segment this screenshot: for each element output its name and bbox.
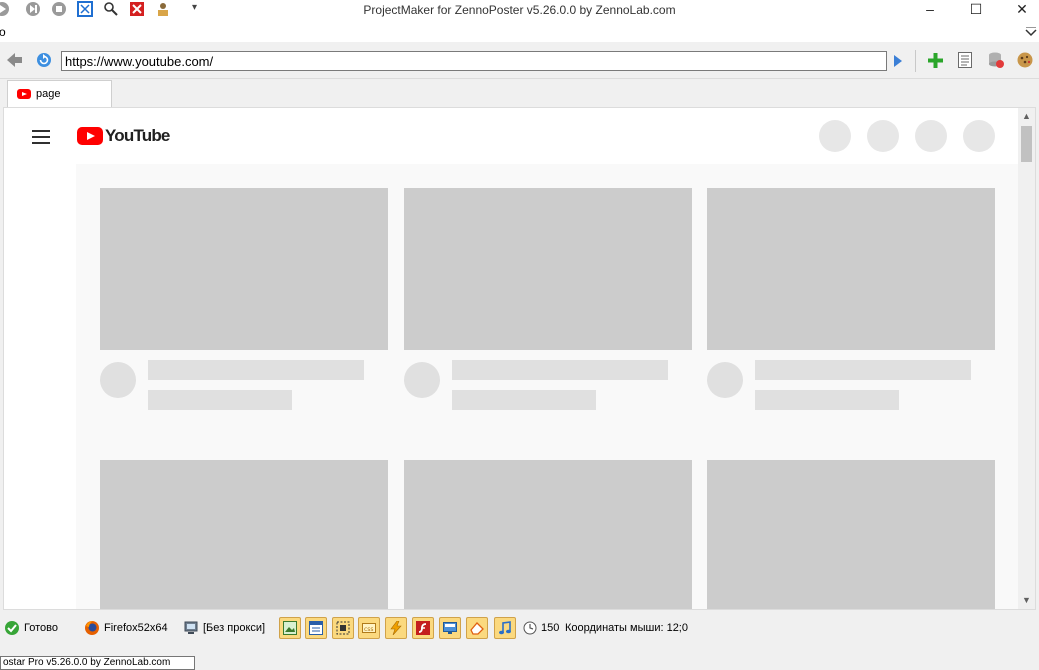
music-note-icon — [499, 621, 511, 635]
document-icon[interactable] — [958, 52, 972, 68]
tab-page[interactable]: page — [7, 80, 112, 107]
eraser-icon — [470, 622, 484, 635]
content-grid — [76, 164, 1020, 609]
timer-value: 150 — [541, 622, 560, 634]
database-clear-icon[interactable] — [987, 51, 1005, 69]
video-thumbnail-placeholder[interactable] — [707, 460, 995, 609]
address-toolbar — [0, 44, 1039, 79]
scroll-down-arrow-icon[interactable]: ▼ — [1018, 592, 1035, 609]
go-arrow-icon[interactable] — [893, 55, 903, 67]
browser-viewport[interactable]: YouTube ▲ ▼ — [3, 107, 1036, 610]
channel-avatar-placeholder — [100, 362, 136, 398]
toolbar-divider — [915, 50, 916, 72]
clock-icon — [523, 621, 537, 635]
browser-version-text[interactable]: Firefox52x64 — [104, 622, 168, 634]
meta-placeholder — [755, 390, 899, 410]
frame-tool-button[interactable] — [332, 617, 354, 639]
menu-row: o — [0, 22, 1039, 42]
svg-text:css: css — [364, 626, 374, 633]
video-thumbnail-placeholder[interactable] — [404, 188, 692, 350]
ready-check-icon — [5, 621, 19, 635]
video-thumbnail-placeholder[interactable] — [707, 188, 995, 350]
taskbar-tooltip: ostar Pro v5.26.0.0 by ZennoLab.com — [0, 656, 195, 670]
lightning-icon — [390, 621, 402, 635]
tab-label: page — [36, 88, 61, 100]
menu-item-partial[interactable]: o — [0, 25, 6, 39]
eraser-tool-button[interactable] — [466, 617, 488, 639]
proxy-computer-icon — [184, 621, 198, 634]
refresh-icon[interactable] — [36, 52, 52, 68]
ribbon-collapse-icon[interactable] — [1025, 27, 1037, 37]
scroll-thumb[interactable] — [1021, 126, 1032, 162]
window-tool-button[interactable] — [305, 617, 327, 639]
youtube-logo-icon — [77, 127, 103, 145]
video-thumbnail-placeholder[interactable] — [100, 460, 388, 609]
screenshot-tool-button[interactable] — [279, 617, 301, 639]
monitor-icon — [443, 622, 457, 634]
title-placeholder — [148, 360, 364, 380]
window-title: ProjectMaker for ZennoPoster v5.26.0.0 b… — [363, 3, 676, 17]
video-thumbnail-placeholder[interactable] — [404, 460, 692, 609]
cookie-icon[interactable] — [1016, 51, 1034, 69]
channel-avatar-placeholder — [707, 362, 743, 398]
image-icon — [283, 621, 297, 635]
title-placeholder — [755, 360, 971, 380]
title-bar: ▾ ProjectMaker for ZennoPoster v5.26.0.0… — [0, 0, 1039, 22]
youtube-logo[interactable]: YouTube — [77, 126, 170, 147]
masthead-placeholder-circle — [867, 120, 899, 152]
vertical-scrollbar[interactable]: ▲ ▼ — [1018, 108, 1035, 609]
css-icon: css — [362, 623, 376, 633]
scroll-up-arrow-icon[interactable]: ▲ — [1018, 108, 1035, 125]
masthead-placeholder-circle — [819, 120, 851, 152]
flash-tool-button[interactable] — [385, 617, 407, 639]
flash-player-icon — [416, 621, 430, 635]
audio-tool-button[interactable] — [494, 617, 516, 639]
video-thumbnail-placeholder[interactable] — [100, 188, 388, 350]
maximize-button[interactable]: ☐ — [953, 0, 999, 20]
back-arrow-icon[interactable] — [7, 53, 23, 67]
status-ready-text: Готово — [24, 622, 58, 634]
status-bar: Готово Firefox52x64 [Без прокси] css 150… — [0, 615, 1039, 641]
close-button[interactable]: ✕ — [999, 0, 1039, 20]
meta-placeholder — [148, 390, 292, 410]
youtube-logo-text: YouTube — [105, 126, 170, 145]
tab-strip: page — [0, 79, 1039, 107]
minimize-button[interactable]: – — [907, 0, 953, 20]
masthead-placeholder-circle — [963, 120, 995, 152]
channel-avatar-placeholder — [404, 362, 440, 398]
meta-placeholder — [452, 390, 596, 410]
masthead-placeholder-circle — [915, 120, 947, 152]
taskbar-strip: ostar Pro v5.26.0.0 by ZennoLab.com — [0, 653, 1039, 670]
hamburger-menu-icon[interactable] — [32, 130, 50, 144]
title-placeholder — [452, 360, 668, 380]
frame-icon — [336, 621, 350, 635]
monitor-tool-button[interactable] — [439, 617, 461, 639]
css-tool-button[interactable]: css — [358, 617, 380, 639]
url-input[interactable] — [61, 51, 887, 71]
firefox-icon — [85, 621, 99, 635]
flash-player-tool-button[interactable] — [412, 617, 434, 639]
add-green-icon[interactable] — [928, 53, 943, 68]
proxy-text[interactable]: [Без прокси] — [203, 622, 265, 634]
mouse-coordinates: Координаты мыши: 12;0 — [565, 622, 688, 634]
youtube-icon — [17, 89, 31, 99]
window-icon — [309, 621, 323, 635]
